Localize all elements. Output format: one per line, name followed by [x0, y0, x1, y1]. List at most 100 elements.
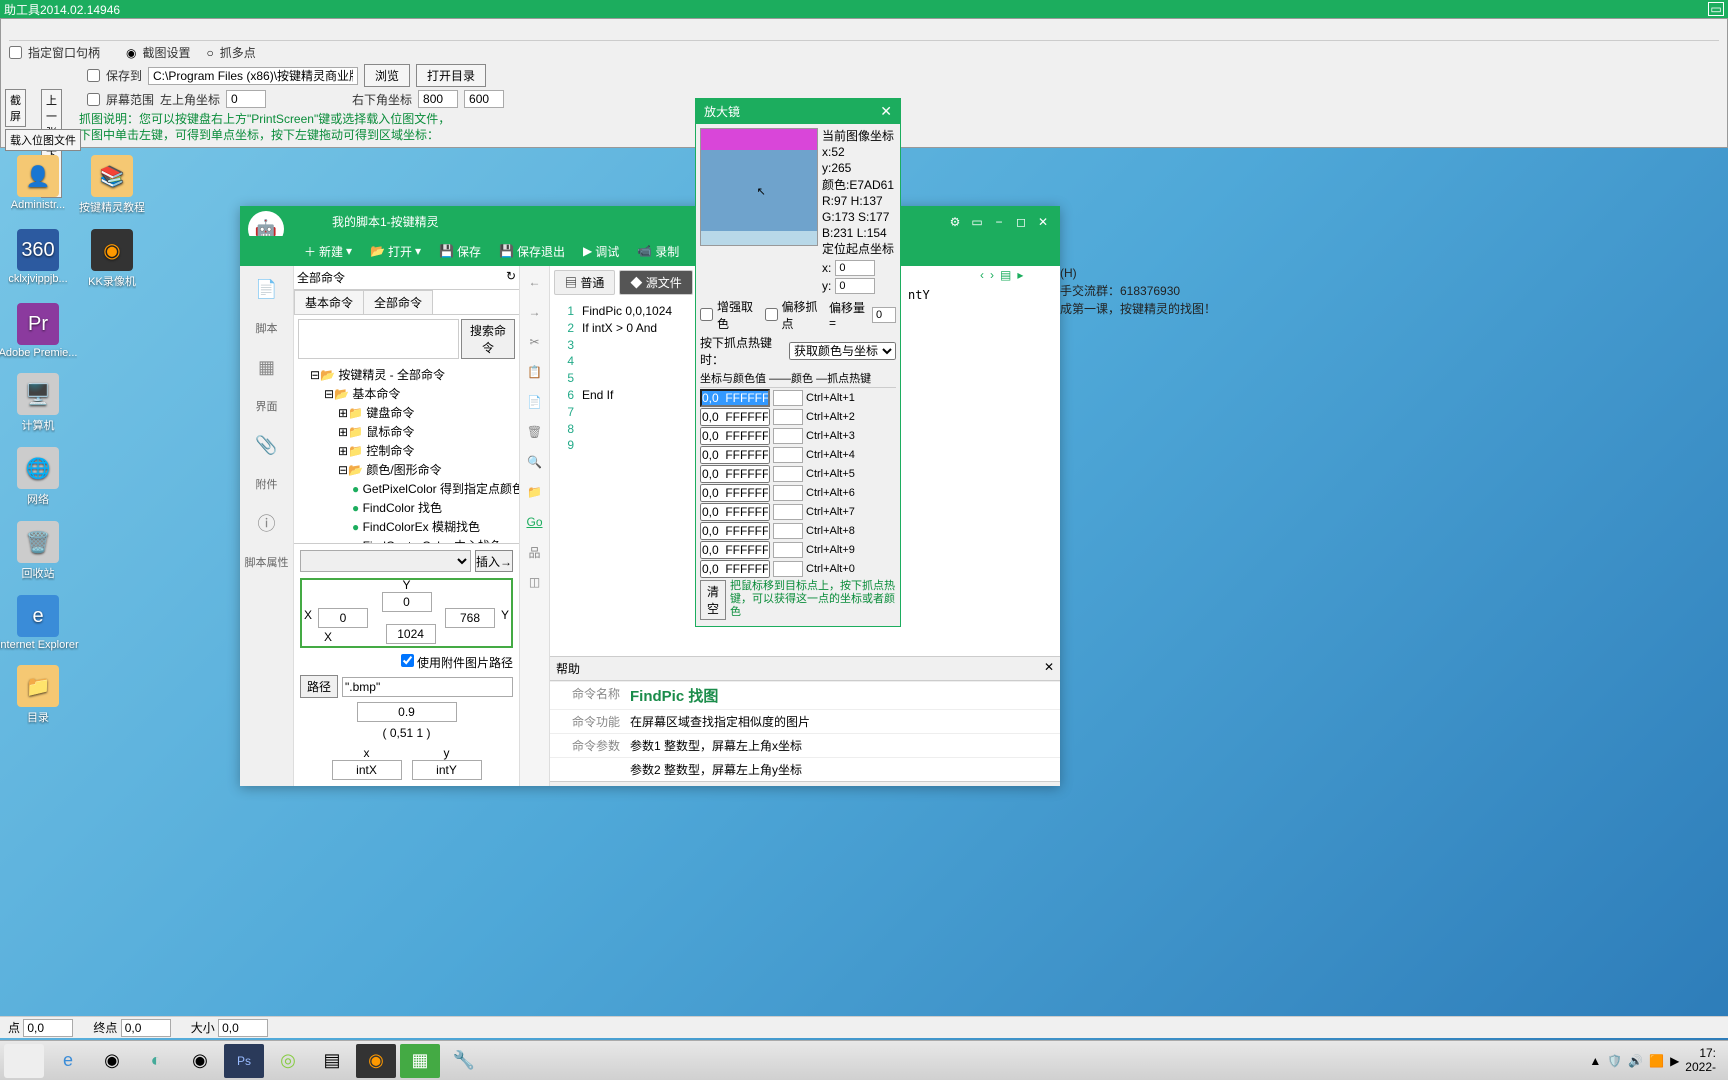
hotkey-row[interactable]: Ctrl+Alt+7 [700, 503, 896, 521]
hotkey-row[interactable]: Ctrl+Alt+0 [700, 560, 896, 578]
magnifier-window[interactable]: 放大镜 ✕ ↖ 当前图像坐标 x:52 y:265 颜色:E7AD61 R:97… [695, 98, 901, 627]
opt-screenshot[interactable]: 截图设置 [143, 44, 191, 61]
save-exit-button[interactable]: 💾保存退出 [491, 239, 573, 264]
restore-icon[interactable]: ▭ [969, 215, 985, 229]
load-bitmap-button[interactable]: 载入位图文件 [5, 129, 81, 151]
hotkey-row[interactable]: Ctrl+Alt+8 [700, 522, 896, 540]
y1-input[interactable] [445, 608, 495, 628]
taskbar-icon[interactable]: ◉ [356, 1044, 396, 1078]
minimize-icon[interactable]: − [991, 215, 1007, 229]
taskbar-icon[interactable]: ▤ [312, 1044, 352, 1078]
save-path-input[interactable] [148, 67, 358, 85]
pt-input[interactable] [23, 1019, 73, 1037]
nav-fwd-icon[interactable]: › [990, 268, 994, 282]
desktop-icon[interactable]: 360cklxjvippjb... [8, 229, 68, 289]
desktop-icon[interactable]: ◉KK录像机 [82, 229, 142, 289]
taskbar-chrome-icon[interactable]: ◉ [92, 1044, 132, 1078]
desktop-icon[interactable]: eInternet Explorer [8, 595, 68, 651]
vtool-icon[interactable]: 📄 [525, 392, 545, 412]
sidebar-props[interactable]: ⓘ [252, 508, 282, 538]
close-icon[interactable]: ✕ [1044, 660, 1054, 677]
end-input[interactable] [121, 1019, 171, 1037]
offset-input[interactable] [872, 307, 896, 323]
sidebar-attachment[interactable]: 📎 [252, 430, 282, 460]
path-button[interactable]: 路径 [300, 675, 338, 698]
command-tree[interactable]: ⊟📂 按键精灵 - 全部命令 ⊟📂 基本命令 ⊞📁 键盘命令 ⊞📁 鼠标命令 ⊞… [294, 363, 519, 543]
vtool-icon[interactable]: 📋 [525, 362, 545, 382]
vtool-icon[interactable]: ◫ [525, 572, 545, 592]
gear-icon[interactable]: ⚙ [947, 215, 963, 229]
size-input[interactable] [218, 1019, 268, 1037]
record-button[interactable]: 📹录制 [629, 239, 687, 264]
vtool-icon[interactable]: 🗑 [525, 422, 545, 442]
intx-input[interactable] [332, 760, 402, 780]
sidebar-ui[interactable]: ▦ [252, 352, 282, 382]
desktop-icon[interactable]: 🖥️计算机 [8, 373, 68, 433]
opt-multipoint[interactable]: 抓多点 [220, 44, 256, 61]
nav-icon[interactable]: ▸ [1017, 268, 1023, 282]
nav-back-icon[interactable]: ‹ [980, 268, 984, 282]
nav-icon[interactable]: ▤ [1000, 268, 1011, 282]
desktop-icon[interactable]: 📚按键精灵教程 [82, 155, 142, 215]
bmp-input[interactable] [342, 677, 513, 697]
rb-y-input[interactable] [464, 90, 504, 108]
new-button[interactable]: ＋新建 ▾ [296, 239, 360, 264]
open-dir-button[interactable]: 打开目录 [416, 64, 486, 87]
desktop-icon[interactable]: 📁目录 [8, 665, 68, 725]
hotkey-row[interactable]: Ctrl+Alt+1 [700, 389, 896, 407]
param-select[interactable] [300, 550, 471, 572]
save-button[interactable]: 💾保存 [431, 239, 489, 264]
vtool-icon[interactable]: → [525, 302, 545, 322]
tab-source[interactable]: ◆ 源文件 [619, 270, 692, 295]
taskbar-icon[interactable]: ◎ [268, 1044, 308, 1078]
start-button[interactable] [4, 1044, 44, 1078]
taskbar-icon[interactable]: ▦ [400, 1044, 440, 1078]
close-icon[interactable]: ✕ [1035, 215, 1051, 229]
hotkey-row[interactable]: Ctrl+Alt+6 [700, 484, 896, 502]
vtool-icon[interactable]: 🔍 [525, 452, 545, 472]
use-attach-checkbox[interactable] [401, 654, 414, 667]
offset-checkbox[interactable] [765, 308, 778, 321]
vtool-icon[interactable]: ← [525, 272, 545, 292]
close-icon[interactable]: ✕ [880, 103, 892, 120]
cmd-search-button[interactable]: 搜索命令 [461, 319, 515, 359]
debug-button[interactable]: ▶调试 [575, 239, 627, 264]
range-checkbox[interactable] [87, 93, 100, 106]
handle-checkbox[interactable] [9, 46, 22, 59]
desktop-icon[interactable]: 🌐网络 [8, 447, 68, 507]
lt-input[interactable] [226, 90, 266, 108]
browse-button[interactable]: 浏览 [364, 64, 410, 87]
system-tray[interactable]: ▲🛡️🔊🟧▶ 17: 2022- [1589, 1047, 1724, 1073]
taskbar-ie-icon[interactable]: e [48, 1044, 88, 1078]
vtool-icon[interactable]: ✂ [525, 332, 545, 352]
x1-input[interactable] [386, 624, 436, 644]
vtool-icon[interactable]: 品 [525, 542, 545, 562]
screenshot-button[interactable]: 截屏 [5, 89, 26, 127]
origin-x-input[interactable] [835, 260, 875, 276]
taskbar-icon[interactable]: 🔧 [444, 1044, 484, 1078]
cmd-search-input[interactable] [298, 319, 459, 359]
tab-normal[interactable]: ▤ 普通 [554, 270, 615, 295]
sim-input[interactable] [357, 702, 457, 722]
minimize-icon[interactable]: ▭ [1708, 2, 1724, 16]
tab-all-cmd[interactable]: 全部命令 [363, 290, 433, 314]
hotkey-row[interactable]: Ctrl+Alt+4 [700, 446, 896, 464]
hotkey-row[interactable]: Ctrl+Alt+2 [700, 408, 896, 426]
save-checkbox[interactable] [87, 69, 100, 82]
desktop-icon[interactable]: 🗑️回收站 [8, 521, 68, 581]
taskbar-icon[interactable]: ◐ [136, 1044, 176, 1078]
hotkey-row[interactable]: Ctrl+Alt+5 [700, 465, 896, 483]
taskbar-ps-icon[interactable]: Ps [224, 1044, 264, 1078]
taskbar-icon[interactable]: ◉ [180, 1044, 220, 1078]
insert-button[interactable]: 插入→ [475, 550, 513, 572]
sidebar-script[interactable]: 📄 [252, 274, 282, 304]
rb-x-input[interactable] [418, 90, 458, 108]
y0-input[interactable] [382, 592, 432, 612]
enhance-checkbox[interactable] [700, 308, 713, 321]
x0-input[interactable] [318, 608, 368, 628]
inty-input[interactable] [412, 760, 482, 780]
hotkey-row[interactable]: Ctrl+Alt+3 [700, 427, 896, 445]
desktop-icon[interactable]: PrAdobe Premie... [8, 303, 68, 359]
vtool-icon[interactable]: 📁 [525, 482, 545, 502]
hotkey-mode-select[interactable]: 获取颜色与坐标 [789, 342, 896, 360]
